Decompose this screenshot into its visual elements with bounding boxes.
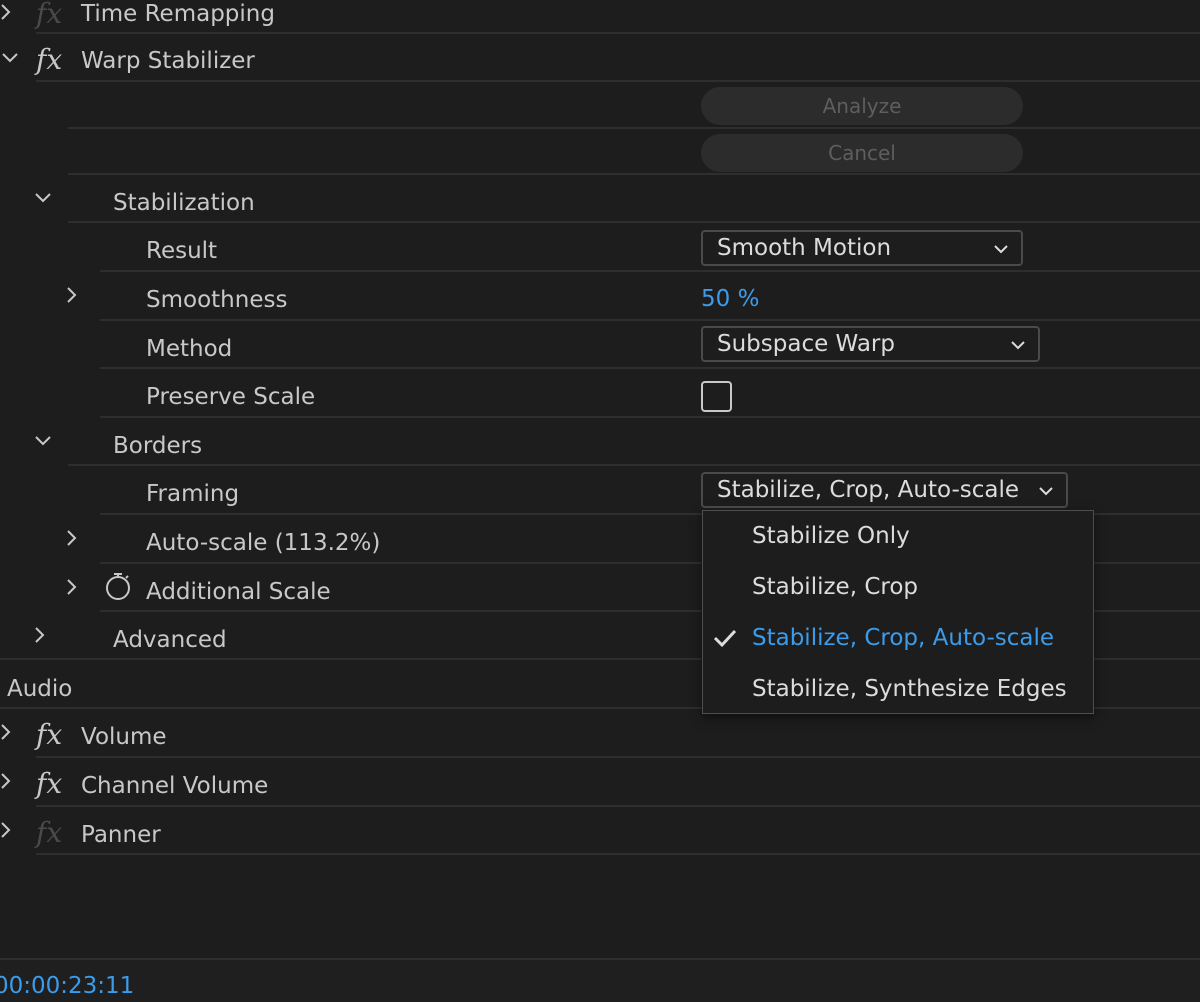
param-row-preserve-scale: Preserve Scale [0, 372, 1200, 420]
separator [68, 464, 1200, 466]
chevron-right-icon[interactable] [30, 625, 50, 645]
framing-dropdown[interactable]: Stabilize, Crop, Auto-scale [701, 472, 1068, 508]
bottom-bar: 00:00:23:11 [0, 958, 1200, 1002]
separator [100, 416, 1200, 418]
param-label-smoothness: Smoothness [146, 287, 288, 313]
chevron-down-icon[interactable] [33, 188, 53, 208]
chevron-right-icon[interactable] [0, 2, 16, 22]
separator [36, 80, 1200, 82]
separator [68, 173, 1200, 175]
chevron-right-icon[interactable] [62, 577, 82, 597]
effect-label-channel-volume: Channel Volume [81, 773, 269, 799]
fx-icon[interactable]: fx [36, 770, 62, 798]
param-label-framing: Framing [146, 481, 240, 507]
effect-label-time-remapping: Time Remapping [81, 1, 275, 27]
menu-item-label: Stabilize, Crop, Auto-scale [752, 625, 1055, 651]
chevron-down-icon [1036, 481, 1056, 501]
chevron-down-icon[interactable] [0, 48, 20, 68]
separator [36, 756, 1200, 758]
separator [100, 367, 1200, 369]
smoothness-value[interactable]: 50 % [701, 285, 759, 313]
chevron-down-icon[interactable] [33, 431, 53, 451]
effect-row-panner[interactable]: fx Panner [0, 810, 1200, 858]
preserve-scale-checkbox[interactable] [701, 381, 732, 412]
effect-row-warp-stabilizer[interactable]: fx Warp Stabilizer [0, 36, 1200, 84]
effect-label-panner: Panner [81, 822, 161, 848]
effect-row-channel-volume[interactable]: fx Channel Volume [0, 761, 1200, 809]
group-row-stabilization[interactable]: Stabilization [0, 178, 1200, 226]
framing-dropdown-value: Stabilize, Crop, Auto-scale [717, 477, 1020, 503]
result-dropdown-value: Smooth Motion [717, 235, 892, 261]
fx-icon[interactable]: fx [36, 46, 62, 74]
menu-item-label: Stabilize, Synthesize Edges [752, 676, 1067, 702]
param-label-preserve-scale: Preserve Scale [146, 384, 316, 410]
menu-item-stabilize-crop[interactable]: Stabilize, Crop [703, 562, 1093, 612]
analyze-button[interactable]: Analyze [701, 87, 1023, 125]
group-label-advanced: Advanced [113, 627, 227, 653]
chevron-right-icon[interactable] [0, 820, 16, 840]
param-label-method: Method [146, 336, 233, 362]
timecode[interactable]: 00:00:23:11 [0, 972, 134, 1000]
framing-dropdown-menu: Stabilize Only Stabilize, Crop Stabilize… [702, 510, 1094, 714]
separator [36, 853, 1200, 855]
effect-label-warp-stabilizer: Warp Stabilizer [81, 48, 255, 74]
method-dropdown[interactable]: Subspace Warp [701, 326, 1040, 362]
fx-icon[interactable]: fx [36, 819, 62, 847]
effect-row-volume[interactable]: fx Volume [0, 712, 1200, 760]
section-label-audio: Audio [7, 676, 73, 702]
param-label-additional-scale: Additional Scale [146, 579, 331, 605]
separator [68, 221, 1200, 223]
check-icon [713, 628, 737, 648]
fx-icon[interactable]: fx [36, 0, 62, 28]
param-row-smoothness: Smoothness 50 % [0, 275, 1200, 323]
chevron-right-icon[interactable] [62, 285, 82, 305]
param-label-result: Result [146, 238, 218, 264]
stopwatch-icon[interactable] [104, 571, 132, 601]
separator [36, 805, 1200, 807]
effect-label-volume: Volume [81, 724, 167, 750]
cancel-button[interactable]: Cancel [701, 134, 1023, 172]
separator [36, 32, 1200, 34]
param-label-autoscale: Auto-scale (113.2%) [146, 530, 381, 556]
chevron-right-icon[interactable] [62, 528, 82, 548]
chevron-down-icon [1008, 335, 1028, 355]
menu-item-stabilize-only[interactable]: Stabilize Only [703, 511, 1093, 561]
group-label-stabilization: Stabilization [113, 190, 255, 216]
separator [100, 270, 1200, 272]
method-dropdown-value: Subspace Warp [717, 331, 895, 357]
group-row-borders[interactable]: Borders [0, 421, 1200, 469]
separator [100, 319, 1200, 321]
menu-item-label: Stabilize, Crop [752, 574, 919, 600]
menu-item-stabilize-synthesize-edges[interactable]: Stabilize, Synthesize Edges [703, 664, 1093, 714]
chevron-down-icon [991, 239, 1011, 259]
group-label-borders: Borders [113, 433, 203, 459]
chevron-right-icon[interactable] [0, 722, 16, 742]
result-dropdown[interactable]: Smooth Motion [701, 230, 1023, 266]
menu-item-label: Stabilize Only [752, 523, 910, 549]
separator [68, 127, 1200, 129]
menu-item-stabilize-crop-autoscale[interactable]: Stabilize, Crop, Auto-scale [703, 613, 1093, 663]
fx-icon[interactable]: fx [36, 721, 62, 749]
chevron-right-icon[interactable] [0, 771, 16, 791]
